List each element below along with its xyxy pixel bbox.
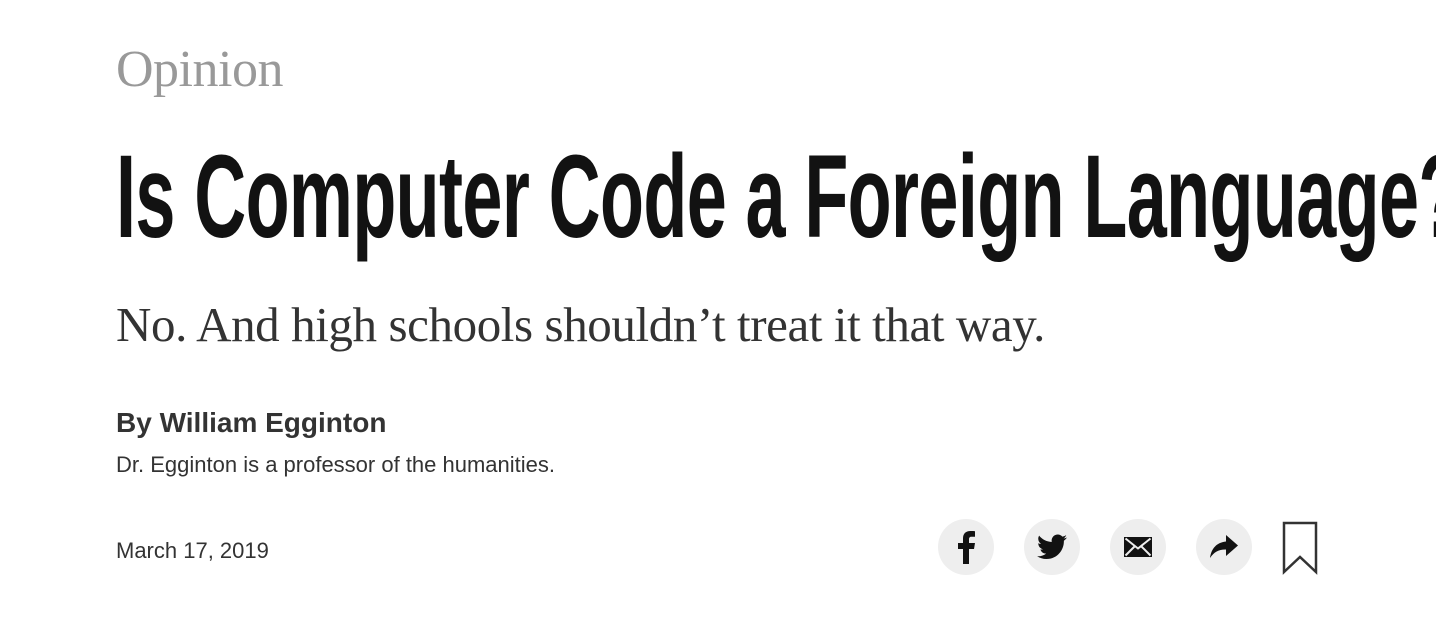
byline: By William Egginton [116,407,387,438]
bookmark-icon [1282,521,1318,578]
article-header: Opinion Is Computer Code a Foreign Langu… [116,0,1436,636]
more-share-button[interactable] [1196,519,1252,575]
share-arrow-icon [1210,535,1238,559]
share-tools [938,519,1318,575]
twitter-share-button[interactable] [1024,519,1080,575]
facebook-icon [956,530,976,564]
section-label-opinion[interactable]: Opinion [116,44,283,96]
author-bio: Dr. Egginton is a professor of the human… [116,452,556,477]
twitter-icon [1037,534,1067,560]
email-share-button[interactable] [1110,519,1166,575]
headline: Is Computer Code a Foreign Language? [116,131,1436,263]
email-icon [1124,537,1152,557]
save-bookmark-button[interactable] [1282,521,1318,575]
facebook-share-button[interactable] [938,519,994,575]
publish-date: March 17, 2019 [116,538,269,563]
article-summary: No. And high schools shouldn’t treat it … [116,297,1046,352]
